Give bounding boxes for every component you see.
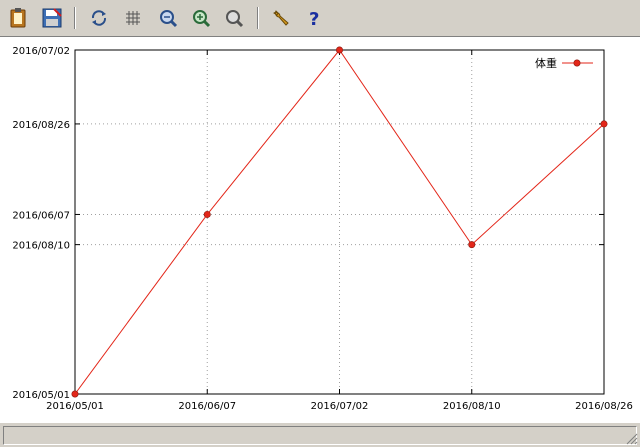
y-tick-label: 2016/08/26 xyxy=(12,120,70,131)
help-icon: ? xyxy=(309,9,319,29)
y-tick-label: 2016/07/02 xyxy=(12,46,70,57)
toolbar: ? xyxy=(0,0,640,37)
grid-button[interactable] xyxy=(122,7,144,29)
data-point xyxy=(335,46,343,54)
zoom-next-icon xyxy=(193,10,211,28)
data-point xyxy=(600,120,608,128)
status-text xyxy=(3,426,637,445)
svg-text:?: ? xyxy=(309,9,319,29)
data-point xyxy=(71,390,79,398)
help-button[interactable]: ? xyxy=(304,7,326,29)
save-button[interactable] xyxy=(41,7,63,29)
toolbar-separator xyxy=(257,7,259,29)
replot-button[interactable] xyxy=(88,7,110,29)
data-point xyxy=(203,210,211,218)
options-button[interactable] xyxy=(270,7,292,29)
x-tick-label: 2016/08/26 xyxy=(575,401,633,412)
copy-clipboard-button[interactable] xyxy=(7,7,29,29)
zoom-reset-icon xyxy=(226,10,244,28)
x-tick-label: 2016/08/10 xyxy=(443,401,501,412)
legend-label: 体重 xyxy=(535,56,557,70)
zoom-previous-icon xyxy=(160,10,178,28)
zoom-previous-button[interactable] xyxy=(157,7,179,29)
y-tick-label: 2016/05/01 xyxy=(12,390,70,401)
resize-grip-icon[interactable] xyxy=(624,431,638,445)
y-tick-label: 2016/08/10 xyxy=(12,241,70,252)
plot-canvas[interactable]: 2016/05/01 2016/06/07 2016/07/02 2016/08/10… xyxy=(0,37,640,422)
toolbar-separator xyxy=(74,7,76,29)
floppy-disk-icon xyxy=(42,8,62,28)
zoom-next-button[interactable] xyxy=(190,7,212,29)
line-chart: 2016/05/01 2016/06/07 2016/07/02 2016/08/10… xyxy=(12,46,633,412)
refresh-icon xyxy=(91,10,107,26)
x-tick-label: 2016/06/07 xyxy=(178,401,236,412)
status-bar xyxy=(0,422,640,447)
y-tick-label: 2016/06/07 xyxy=(12,210,70,221)
data-point xyxy=(468,241,476,249)
unzoom-button[interactable] xyxy=(223,7,245,29)
clipboard-icon xyxy=(10,8,26,28)
legend-marker xyxy=(573,59,581,67)
grid-icon xyxy=(126,11,140,25)
x-tick-label: 2016/05/01 xyxy=(46,401,104,412)
x-tick-label: 2016/07/02 xyxy=(311,401,369,412)
wrench-icon xyxy=(273,10,289,26)
